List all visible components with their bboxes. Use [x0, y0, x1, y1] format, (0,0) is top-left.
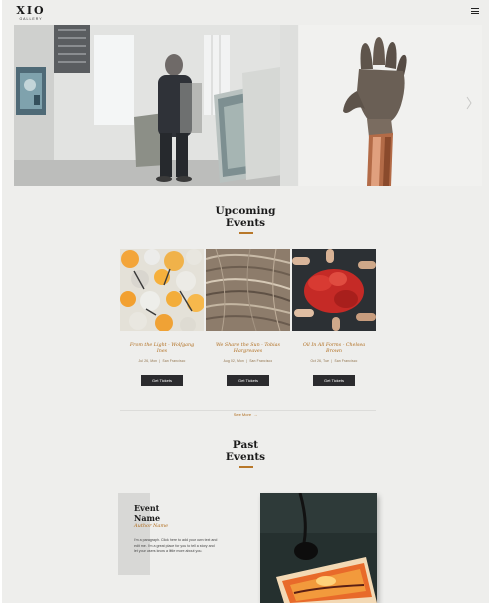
- upcoming-title-rule: [239, 232, 253, 234]
- get-tickets-button-3[interactable]: Get Tickets: [313, 375, 355, 386]
- logo-subtitle: GALLERY: [19, 17, 43, 21]
- gallery-logo[interactable]: XIO GALLERY: [16, 4, 46, 22]
- upcoming-title: Upcoming Events: [2, 205, 489, 229]
- past-event-image[interactable]: [260, 493, 377, 603]
- past-event-author: Author Name: [134, 523, 169, 529]
- event-image-3[interactable]: [292, 249, 376, 331]
- event-meta-1: Jul 26, Mon | San Francisco: [138, 359, 186, 363]
- event-title-3[interactable]: Oil In All Forms - Chelsea Brown: [292, 343, 376, 355]
- event-title-1-line2: Ines: [156, 349, 168, 354]
- past-event-name-line2: Name: [134, 513, 161, 523]
- event-meta-3: Oct 26, Tue | San Francisco: [310, 359, 358, 363]
- past-title-rule: [239, 466, 253, 468]
- hero-gallery-image: [14, 25, 298, 186]
- see-more-link[interactable]: See More →: [2, 412, 489, 417]
- past-title-line2: Events: [225, 451, 266, 463]
- upcoming-title-line2: Events: [225, 217, 266, 229]
- event-location-1: San Francisco: [162, 359, 186, 363]
- hamburger-icon[interactable]: [471, 8, 479, 14]
- event-location-2: San Francisco: [249, 359, 273, 363]
- past-title: Past Events: [2, 439, 489, 463]
- event-date-2: Aug 02, Mon: [223, 359, 244, 363]
- event-image-2[interactable]: [206, 249, 290, 331]
- page: XIO GALLERY Upcoming Events From the Lig…: [2, 0, 489, 603]
- event-location-3: San Francisco: [334, 359, 358, 363]
- past-event-name-line1: Event: [134, 503, 160, 513]
- get-tickets-button-1[interactable]: Get Tickets: [141, 375, 183, 386]
- past-event-name: Event Name: [134, 503, 194, 523]
- past-event-description: I'm a paragraph. Click here to add your …: [134, 538, 218, 554]
- get-tickets-button-2[interactable]: Get Tickets: [227, 375, 269, 386]
- hero-sculpture-image: [299, 25, 482, 186]
- event-title-2-line2: Hargreaves: [233, 349, 263, 354]
- event-image-1[interactable]: [120, 249, 204, 331]
- event-date-3: Oct 26, Tue: [310, 359, 330, 363]
- event-title-2[interactable]: We Share the Sun - Tobias Hargreaves: [206, 343, 290, 355]
- see-more-label: See More: [233, 412, 252, 417]
- arrow-right-icon: →: [252, 412, 258, 417]
- upcoming-title-line1: Upcoming: [215, 205, 276, 217]
- event-meta-2: Aug 02, Mon | San Francisco: [223, 359, 273, 363]
- logo-name: XIO: [16, 4, 46, 17]
- past-title-line1: Past: [232, 439, 259, 451]
- section-divider: [120, 410, 376, 411]
- event-date-1: Jul 26, Mon: [138, 359, 158, 363]
- event-title-3-line2: Brown: [326, 349, 342, 354]
- event-title-1[interactable]: From the Light - Wolfgang Ines: [120, 343, 204, 355]
